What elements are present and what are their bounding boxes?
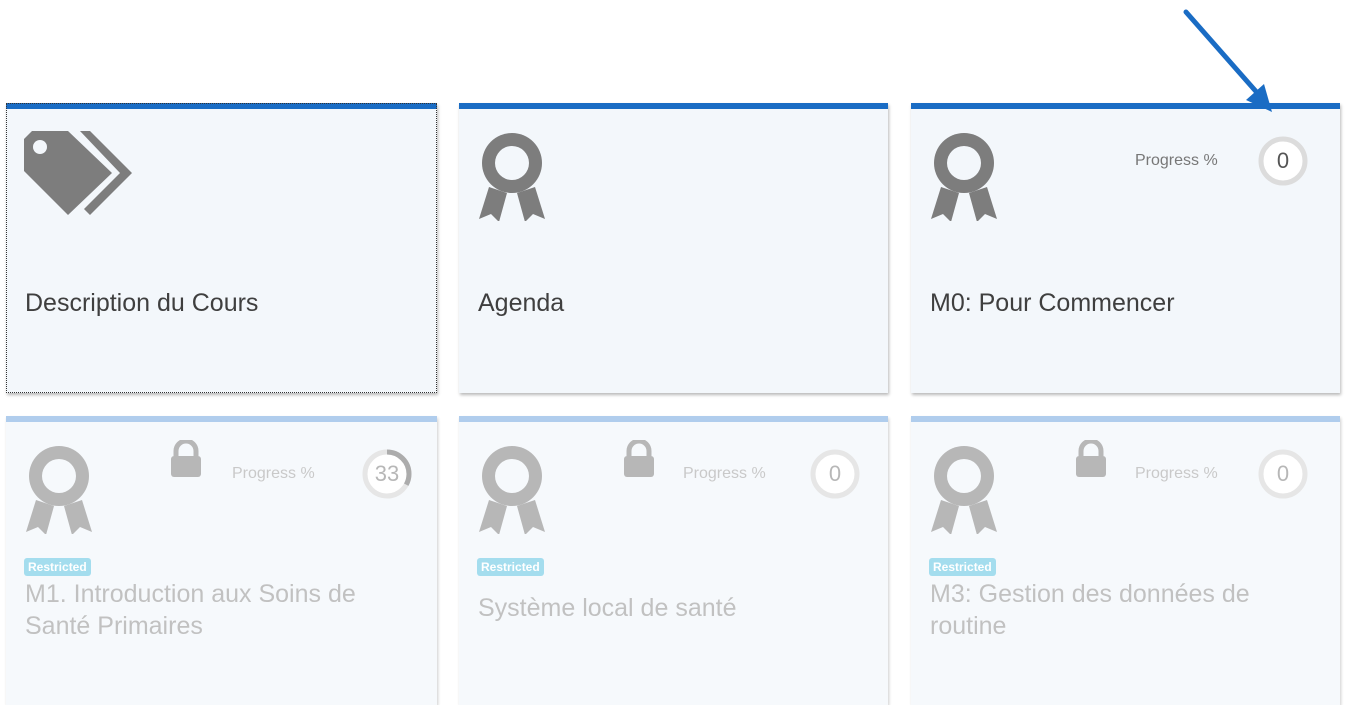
progress-label: Progress % [683, 465, 766, 482]
progress-value: 33 [374, 461, 400, 486]
tile-title: Agenda [478, 289, 565, 317]
restricted-badge: Restricted [24, 558, 91, 576]
tile-description-du-cours[interactable]: Description du Cours [6, 103, 437, 393]
award-icon [929, 131, 999, 226]
restricted-badge: Restricted [929, 558, 996, 576]
tile-title: M0: Pour Commencer [930, 289, 1175, 317]
progress-value: 0 [1276, 461, 1290, 486]
progress-label: Progress % [1135, 152, 1218, 169]
annotation-arrow-icon [1183, 9, 1272, 112]
tile-title: Description du Cours [25, 289, 259, 317]
award-icon [929, 444, 999, 539]
tile-m3-gestion-des-donnees[interactable]: Progress % 0 Restricted M3: Gestion des … [911, 416, 1340, 705]
tile-agenda[interactable]: Agenda [459, 103, 888, 393]
award-icon [24, 444, 94, 539]
tile-title: Système local de santé [478, 594, 737, 622]
tile-title: M1. Introduction aux Soins de Santé Prim… [25, 580, 356, 640]
award-icon [477, 131, 547, 226]
progress-value: 0 [828, 461, 842, 486]
course-tiles-grid: Description du Cours Agenda Progress % 0… [0, 0, 1348, 705]
tile-systeme-local-de-sante[interactable]: Progress % 0 Restricted Système local de… [459, 416, 888, 705]
lock-icon [169, 438, 203, 483]
tile-m1-introduction[interactable]: Progress % 33 Restricted M1. Introductio… [6, 416, 437, 705]
tile-title: M3: Gestion des données de routine [930, 580, 1250, 640]
restricted-badge: Restricted [477, 558, 544, 576]
tile-m0-pour-commencer[interactable]: Progress % 0 M0: Pour Commencer [911, 103, 1340, 393]
progress-label: Progress % [232, 465, 315, 482]
tag-icon [24, 131, 134, 221]
lock-icon [1074, 438, 1108, 483]
progress-value: 0 [1276, 148, 1290, 173]
lock-icon [622, 438, 656, 483]
progress-label: Progress % [1135, 465, 1218, 482]
award-icon [477, 444, 547, 539]
